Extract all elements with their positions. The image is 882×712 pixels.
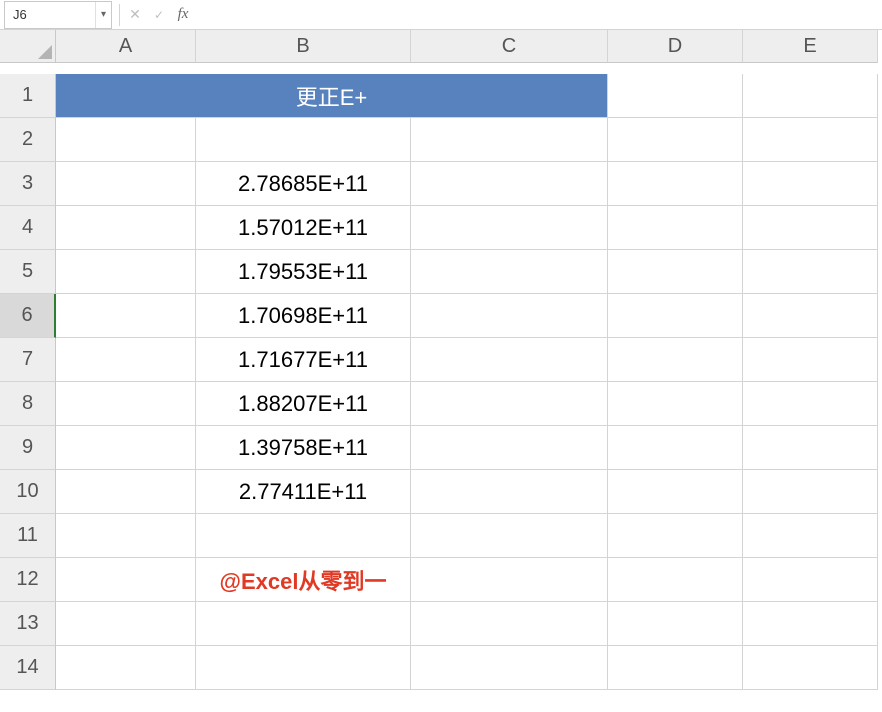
cell-E4[interactable] — [743, 206, 878, 250]
cell-C11[interactable] — [411, 514, 608, 558]
cell-B7[interactable]: 1.71677E+11 — [196, 338, 411, 382]
cell-C9[interactable] — [411, 426, 608, 470]
col-header-D[interactable]: D — [608, 30, 743, 63]
row-header-5[interactable]: 5 — [0, 250, 56, 294]
cell-A5[interactable] — [56, 250, 196, 294]
insert-function-icon[interactable]: fx — [171, 0, 195, 29]
cell-E9[interactable] — [743, 426, 878, 470]
cell-C13[interactable] — [411, 602, 608, 646]
cell-E1[interactable] — [743, 74, 878, 118]
cell-E7[interactable] — [743, 338, 878, 382]
cell-E10[interactable] — [743, 470, 878, 514]
cell-D11[interactable] — [608, 514, 743, 558]
cell-A6[interactable] — [56, 294, 196, 338]
cell-D3[interactable] — [608, 162, 743, 206]
spreadsheet-grid: A B C D E 1 更正E+ 2 3 2.78685E+11 4 1.570… — [0, 30, 882, 690]
row-header-9[interactable]: 9 — [0, 426, 56, 470]
cell-C4[interactable] — [411, 206, 608, 250]
accept-icon[interactable]: ✓ — [147, 0, 171, 29]
cell-D7[interactable] — [608, 338, 743, 382]
cell-C3[interactable] — [411, 162, 608, 206]
cell-B2[interactable] — [196, 118, 411, 162]
cell-A12[interactable] — [56, 558, 196, 602]
cell-B6[interactable]: 1.70698E+11 — [196, 294, 411, 338]
cell-A8[interactable] — [56, 382, 196, 426]
row-header-4[interactable]: 4 — [0, 206, 56, 250]
cell-C7[interactable] — [411, 338, 608, 382]
cell-A13[interactable] — [56, 602, 196, 646]
row-header-6[interactable]: 6 — [0, 294, 56, 338]
cell-A4[interactable] — [56, 206, 196, 250]
cancel-icon[interactable]: ✕ — [123, 0, 147, 29]
cell-E8[interactable] — [743, 382, 878, 426]
cell-C5[interactable] — [411, 250, 608, 294]
col-header-E[interactable]: E — [743, 30, 878, 63]
row-header-1[interactable]: 1 — [0, 74, 56, 118]
cell-C12[interactable] — [411, 558, 608, 602]
cell-D14[interactable] — [608, 646, 743, 690]
cell-B13[interactable] — [196, 602, 411, 646]
col-header-A[interactable]: A — [56, 30, 196, 63]
formula-input[interactable] — [195, 0, 882, 29]
cell-E2[interactable] — [743, 118, 878, 162]
name-box[interactable]: J6 ▾ — [4, 1, 112, 29]
cell-B11[interactable] — [196, 514, 411, 558]
cell-A10[interactable] — [56, 470, 196, 514]
name-box-value: J6 — [5, 7, 95, 22]
cell-B10[interactable]: 2.77411E+11 — [196, 470, 411, 514]
cell-D4[interactable] — [608, 206, 743, 250]
cell-B8[interactable]: 1.88207E+11 — [196, 382, 411, 426]
row-header-12[interactable]: 12 — [0, 558, 56, 602]
cell-B14[interactable] — [196, 646, 411, 690]
formula-bar: J6 ▾ ✕ ✓ fx — [0, 0, 882, 30]
cell-B12-watermark[interactable]: @Excel从零到一 — [196, 558, 411, 602]
cell-D8[interactable] — [608, 382, 743, 426]
cell-D1[interactable] — [608, 74, 743, 118]
cell-E3[interactable] — [743, 162, 878, 206]
cell-merged-header[interactable]: 更正E+ — [56, 74, 608, 118]
cell-D10[interactable] — [608, 470, 743, 514]
cell-E5[interactable] — [743, 250, 878, 294]
row-header-7[interactable]: 7 — [0, 338, 56, 382]
cell-E12[interactable] — [743, 558, 878, 602]
chevron-down-icon[interactable]: ▾ — [95, 2, 111, 28]
cell-A7[interactable] — [56, 338, 196, 382]
row-header-11[interactable]: 11 — [0, 514, 56, 558]
cell-C8[interactable] — [411, 382, 608, 426]
cell-B9[interactable]: 1.39758E+11 — [196, 426, 411, 470]
cell-A14[interactable] — [56, 646, 196, 690]
row-header-10[interactable]: 10 — [0, 470, 56, 514]
cell-D5[interactable] — [608, 250, 743, 294]
cell-D9[interactable] — [608, 426, 743, 470]
cell-B4[interactable]: 1.57012E+11 — [196, 206, 411, 250]
cell-D2[interactable] — [608, 118, 743, 162]
row-header-8[interactable]: 8 — [0, 382, 56, 426]
row-header-14[interactable]: 14 — [0, 646, 56, 690]
cell-C2[interactable] — [411, 118, 608, 162]
divider — [119, 4, 120, 26]
col-header-B[interactable]: B — [196, 30, 411, 63]
cell-A9[interactable] — [56, 426, 196, 470]
cell-D6[interactable] — [608, 294, 743, 338]
cell-B3[interactable]: 2.78685E+11 — [196, 162, 411, 206]
cell-E14[interactable] — [743, 646, 878, 690]
select-all-corner[interactable] — [0, 30, 56, 63]
cell-C6[interactable] — [411, 294, 608, 338]
cell-E13[interactable] — [743, 602, 878, 646]
cell-E6[interactable] — [743, 294, 878, 338]
row-header-2[interactable]: 2 — [0, 118, 56, 162]
cell-C10[interactable] — [411, 470, 608, 514]
row-header-13[interactable]: 13 — [0, 602, 56, 646]
cell-D12[interactable] — [608, 558, 743, 602]
cell-D13[interactable] — [608, 602, 743, 646]
col-header-C[interactable]: C — [411, 30, 608, 63]
cell-B5[interactable]: 1.79553E+11 — [196, 250, 411, 294]
cell-C14[interactable] — [411, 646, 608, 690]
cell-A11[interactable] — [56, 514, 196, 558]
cell-A3[interactable] — [56, 162, 196, 206]
cell-A2[interactable] — [56, 118, 196, 162]
cell-E11[interactable] — [743, 514, 878, 558]
row-header-3[interactable]: 3 — [0, 162, 56, 206]
